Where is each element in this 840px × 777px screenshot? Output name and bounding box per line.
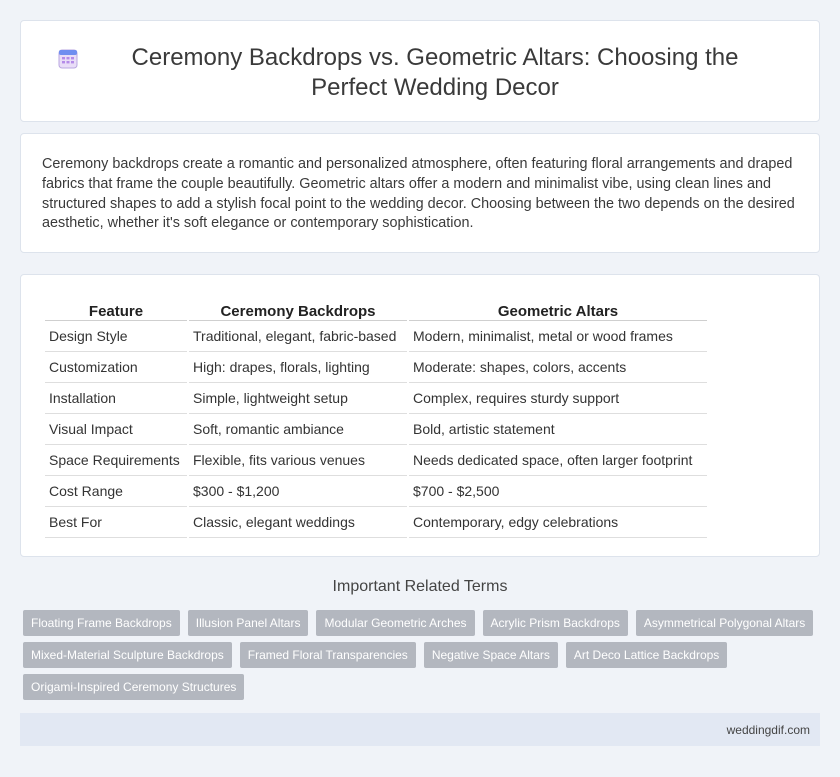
related-term-tag[interactable]: Acrylic Prism Backdrops [482, 610, 628, 636]
table-cell: Space Requirements [45, 445, 187, 476]
footer: weddingdif.com [20, 713, 820, 746]
related-term-tag[interactable]: Negative Space Altars [423, 642, 558, 668]
table-cell: High: drapes, florals, lighting [189, 352, 407, 383]
related-term-tag[interactable]: Mixed-Material Sculpture Backdrops [23, 642, 232, 668]
table-cell: Best For [45, 507, 187, 538]
intro-card: Ceremony backdrops create a romantic and… [20, 133, 820, 253]
table-row: Best For Classic, elegant weddings Conte… [45, 507, 707, 538]
table-cell: Design Style [45, 321, 187, 352]
table-cell: Visual Impact [45, 414, 187, 445]
column-header: Geometric Altars [409, 295, 707, 321]
related-term-tag[interactable]: Illusion Panel Altars [187, 610, 309, 636]
title-card: Ceremony Backdrops vs. Geometric Altars:… [20, 20, 820, 122]
table-cell: Traditional, elegant, fabric-based [189, 321, 407, 352]
table-row: Design Style Traditional, elegant, fabri… [45, 321, 707, 352]
related-term-tag[interactable]: Framed Floral Transparencies [239, 642, 416, 668]
comparison-card: Feature Ceremony Backdrops Geometric Alt… [20, 274, 820, 557]
table-cell: Complex, requires sturdy support [409, 383, 707, 414]
table-row: Space Requirements Flexible, fits variou… [45, 445, 707, 476]
table-cell: Flexible, fits various venues [189, 445, 407, 476]
table-cell: Cost Range [45, 476, 187, 507]
table-cell: Needs dedicated space, often larger foot… [409, 445, 707, 476]
table-cell: Moderate: shapes, colors, accents [409, 352, 707, 383]
table-row: Visual Impact Soft, romantic ambiance Bo… [45, 414, 707, 445]
related-terms-title: Important Related Terms [332, 578, 508, 595]
site-name[interactable]: weddingdif.com [727, 723, 810, 737]
related-term-tag[interactable]: Floating Frame Backdrops [23, 610, 180, 636]
table-row: Cost Range $300 - $1,200 $700 - $2,500 [45, 476, 707, 507]
column-header: Ceremony Backdrops [189, 295, 407, 321]
table-row: Customization High: drapes, florals, lig… [45, 352, 707, 383]
table-cell: Simple, lightweight setup [189, 383, 407, 414]
related-term-tag[interactable]: Asymmetrical Polygonal Altars [635, 610, 814, 636]
related-term-tag[interactable]: Art Deco Lattice Backdrops [565, 642, 728, 668]
table-cell: $300 - $1,200 [189, 476, 407, 507]
table-cell: Contemporary, edgy celebrations [409, 507, 707, 538]
table-cell: Classic, elegant weddings [189, 507, 407, 538]
related-term-tag[interactable]: Modular Geometric Arches [316, 610, 475, 636]
table-header-row: Feature Ceremony Backdrops Geometric Alt… [45, 295, 707, 321]
table-cell: Installation [45, 383, 187, 414]
table-cell: Customization [45, 352, 187, 383]
table-row: Installation Simple, lightweight setup C… [45, 383, 707, 414]
table-cell: Bold, artistic statement [409, 414, 707, 445]
intro-paragraph: Ceremony backdrops create a romantic and… [42, 156, 795, 232]
table-cell: Soft, romantic ambiance [189, 414, 407, 445]
related-term-tag[interactable]: Origami-Inspired Ceremony Structures [23, 674, 245, 700]
table-cell: $700 - $2,500 [409, 476, 707, 507]
column-header: Feature [45, 295, 187, 321]
related-terms-list: Floating Frame Backdrops Illusion Panel … [23, 610, 823, 700]
comparison-table: Feature Ceremony Backdrops Geometric Alt… [43, 295, 709, 538]
table-cell: Modern, minimalist, metal or wood frames [409, 321, 707, 352]
page-title: Ceremony Backdrops vs. Geometric Altars:… [131, 44, 739, 101]
